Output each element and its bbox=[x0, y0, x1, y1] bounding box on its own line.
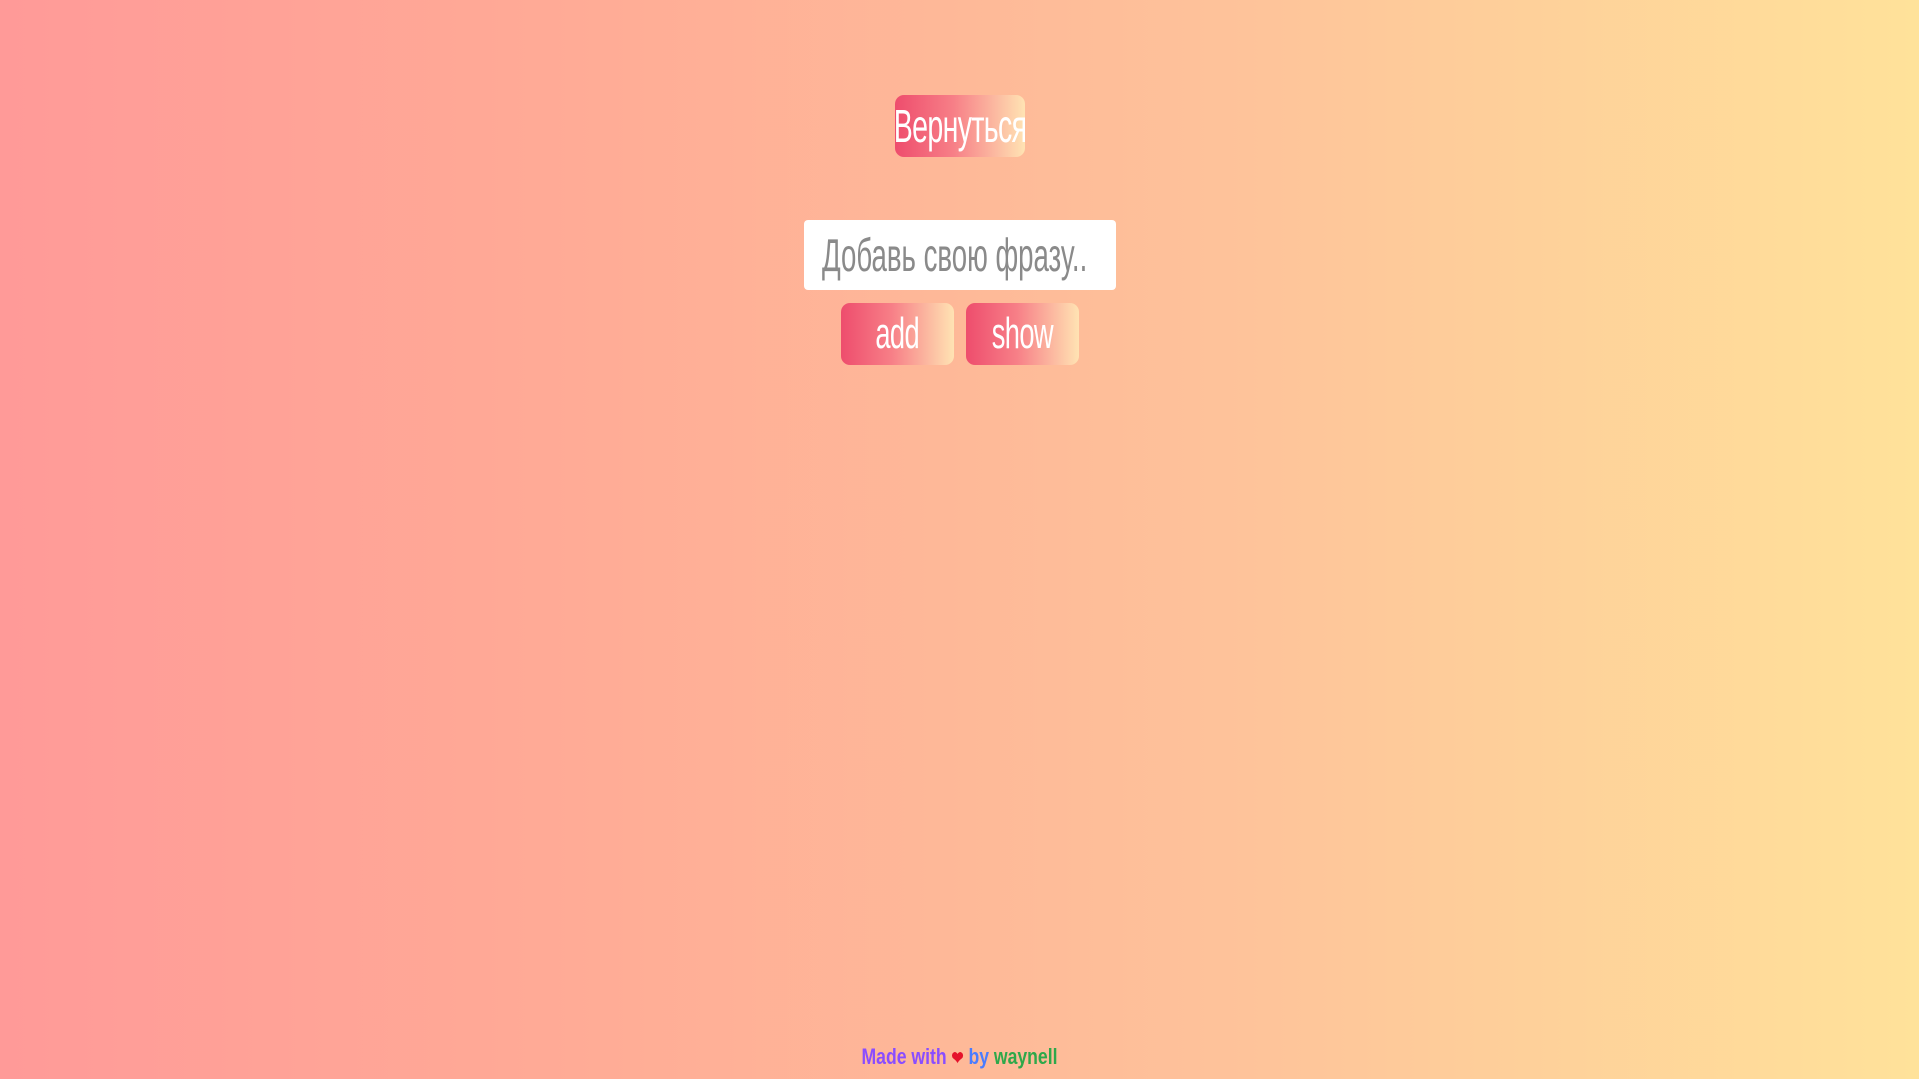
footer-author-link[interactable]: waynell bbox=[994, 1044, 1058, 1069]
add-button[interactable]: add bbox=[841, 303, 954, 365]
footer-credit: Made with ❤ by waynell bbox=[0, 1044, 1919, 1070]
show-button[interactable]: show bbox=[966, 303, 1079, 365]
show-button-label: show bbox=[991, 309, 1054, 358]
back-button[interactable]: Вернуться bbox=[895, 95, 1025, 157]
heart-icon: ❤ bbox=[951, 1048, 964, 1068]
add-button-label: add bbox=[875, 309, 920, 358]
footer-by: by bbox=[968, 1044, 989, 1069]
back-button-label: Вернуться bbox=[895, 100, 1025, 152]
phrase-input[interactable] bbox=[804, 220, 1116, 290]
footer-made-with: Made with bbox=[861, 1044, 947, 1069]
